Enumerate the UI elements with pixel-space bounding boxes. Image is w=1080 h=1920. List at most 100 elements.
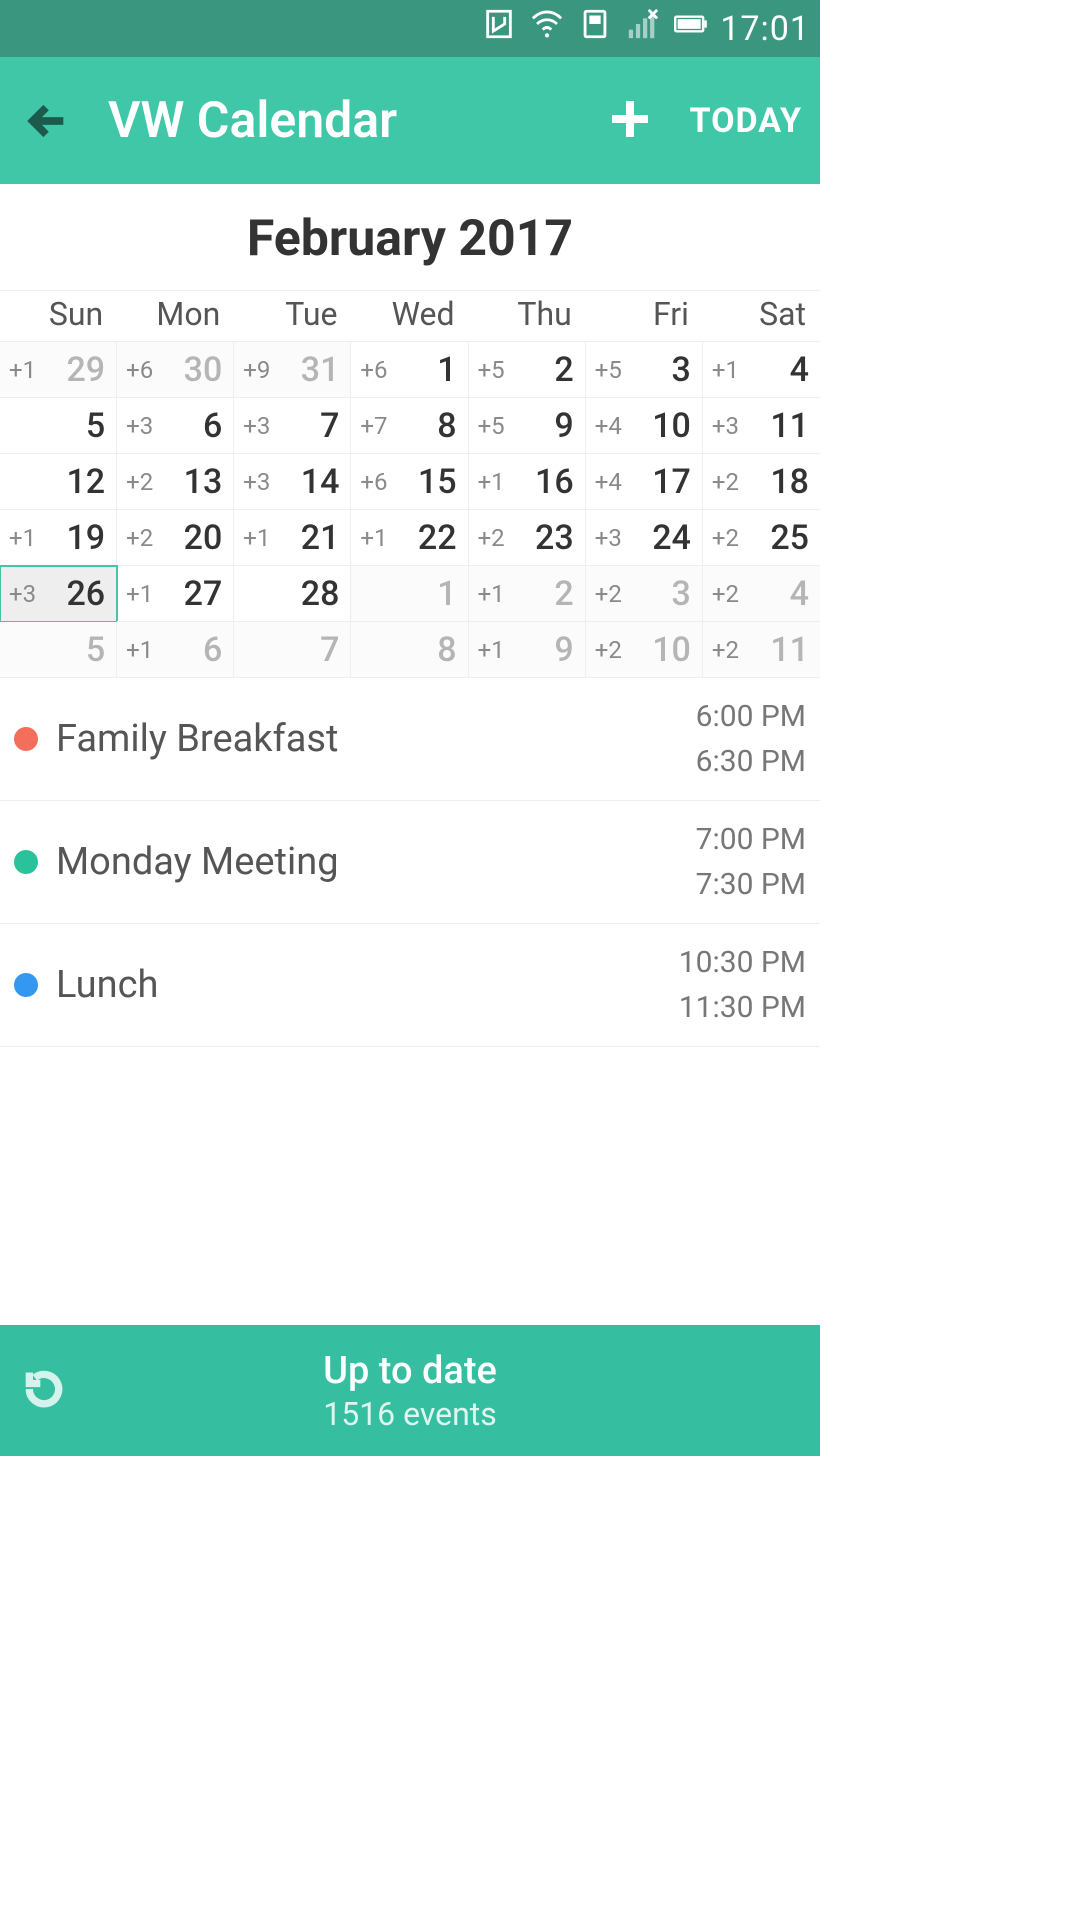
day-number: 12 [66, 462, 105, 502]
calendar-cell[interactable]: +615 [351, 454, 468, 510]
calendar-cell[interactable]: +61 [351, 342, 468, 398]
calendar-cell[interactable]: +218 [703, 454, 820, 510]
calendar-cell[interactable]: +19 [469, 622, 586, 678]
day-number: 25 [770, 518, 809, 558]
calendar-cell[interactable]: +53 [586, 342, 703, 398]
calendar-cell[interactable]: +78 [351, 398, 468, 454]
sync-footer[interactable]: Up to date 1516 events [0, 1325, 820, 1456]
day-number: 7 [320, 406, 339, 446]
day-number: 29 [66, 350, 105, 390]
month-title[interactable]: February 2017 [0, 184, 820, 290]
event-title: Lunch [56, 963, 679, 1007]
day-number: 11 [770, 630, 809, 670]
calendar-cell[interactable]: +324 [586, 510, 703, 566]
event-count: +3 [9, 580, 36, 608]
day-number: 27 [184, 574, 223, 614]
calendar-cell[interactable]: 12 [0, 454, 117, 510]
calendar-cell[interactable]: +314 [234, 454, 351, 510]
calendar-cell[interactable]: +36 [117, 398, 234, 454]
calendar-cell[interactable]: +3 26 [0, 566, 117, 622]
event-count: +1 [9, 524, 36, 552]
calendar-cell[interactable]: +223 [469, 510, 586, 566]
calendar-cell[interactable]: 1 [351, 566, 468, 622]
event-title: Monday Meeting [56, 840, 696, 884]
day-number: 4 [790, 350, 809, 390]
today-button[interactable]: TODAY [690, 101, 803, 141]
weekday-label: Mon [117, 291, 234, 341]
calendar-cell[interactable]: +129 [0, 342, 117, 398]
calendar-cell[interactable]: 7 [234, 622, 351, 678]
calendar-cell[interactable]: +225 [703, 510, 820, 566]
day-number: 9 [554, 406, 573, 446]
event-count: +6 [126, 356, 153, 384]
day-number: 22 [418, 518, 457, 558]
calendar-grid: +129+630+931+61+52+53+145+36+37+78+59+41… [0, 341, 820, 678]
event-count: +1 [478, 580, 505, 608]
day-number: 8 [437, 630, 456, 670]
calendar-cell[interactable]: +931 [234, 342, 351, 398]
footer-line2: 1516 events [66, 1395, 754, 1433]
event-color-dot [14, 727, 38, 751]
calendar-cell[interactable]: +14 [703, 342, 820, 398]
event-list: Family Breakfast6:00 PM6:30 PMMonday Mee… [0, 678, 820, 1047]
nfc-icon [482, 7, 516, 50]
battery-icon [674, 7, 708, 50]
calendar-cell[interactable]: +417 [586, 454, 703, 510]
day-number: 8 [437, 406, 456, 446]
back-button[interactable] [18, 98, 78, 144]
weekday-label: Sat [703, 291, 820, 341]
calendar-cell[interactable]: +410 [586, 398, 703, 454]
calendar-cell[interactable]: +119 [0, 510, 117, 566]
calendar-cell[interactable]: 5 [0, 622, 117, 678]
sim-icon [578, 7, 612, 50]
calendar-cell[interactable]: 5 [0, 398, 117, 454]
calendar-cell[interactable]: +116 [469, 454, 586, 510]
event-count: +5 [478, 412, 505, 440]
add-button[interactable] [606, 95, 654, 147]
day-number: 20 [184, 518, 223, 558]
event-item[interactable]: Family Breakfast6:00 PM6:30 PM [0, 678, 820, 801]
refresh-icon[interactable] [22, 1367, 66, 1415]
day-number: 5 [86, 630, 105, 670]
event-count: +6 [360, 356, 387, 384]
calendar-cell[interactable]: +210 [586, 622, 703, 678]
day-number: 26 [66, 574, 105, 614]
event-count: +1 [243, 524, 270, 552]
calendar-cell[interactable]: +311 [703, 398, 820, 454]
event-count: +2 [126, 468, 153, 496]
calendar-cell[interactable]: +220 [117, 510, 234, 566]
weekday-label: Wed [351, 291, 468, 341]
calendar-cell[interactable]: +12 [469, 566, 586, 622]
calendar-cell[interactable]: +16 [117, 622, 234, 678]
calendar-cell[interactable]: +23 [586, 566, 703, 622]
event-item[interactable]: Monday Meeting7:00 PM7:30 PM [0, 801, 820, 924]
day-number: 3 [672, 350, 691, 390]
calendar-cell[interactable]: +2 13 [117, 454, 234, 510]
event-color-dot [14, 973, 38, 997]
calendar-cell[interactable]: 28 [234, 566, 351, 622]
event-count: +4 [595, 412, 622, 440]
calendar-cell[interactable]: +5 9 [469, 398, 586, 454]
event-item[interactable]: Lunch10:30 PM11:30 PM [0, 924, 820, 1047]
calendar-cell[interactable]: +37 [234, 398, 351, 454]
event-times: 6:00 PM6:30 PM [696, 694, 806, 784]
calendar-cell[interactable]: +52 [469, 342, 586, 398]
day-number: 13 [184, 462, 223, 502]
event-count: +2 [712, 580, 739, 608]
weekday-label: Tue [234, 291, 351, 341]
day-number: 18 [770, 462, 809, 502]
day-number: 30 [184, 350, 223, 390]
day-number: 3 [672, 574, 691, 614]
calendar-cell[interactable]: +121 [234, 510, 351, 566]
event-count: +2 [478, 524, 505, 552]
calendar-cell[interactable]: +127 [117, 566, 234, 622]
day-number: 15 [418, 462, 457, 502]
calendar-cell[interactable]: +211 [703, 622, 820, 678]
day-number: 1 [437, 574, 456, 614]
day-number: 28 [301, 574, 340, 614]
calendar-cell[interactable]: 8 [351, 622, 468, 678]
event-times: 10:30 PM11:30 PM [679, 940, 806, 1030]
calendar-cell[interactable]: +122 [351, 510, 468, 566]
calendar-cell[interactable]: +24 [703, 566, 820, 622]
calendar-cell[interactable]: +6 30 [117, 342, 234, 398]
